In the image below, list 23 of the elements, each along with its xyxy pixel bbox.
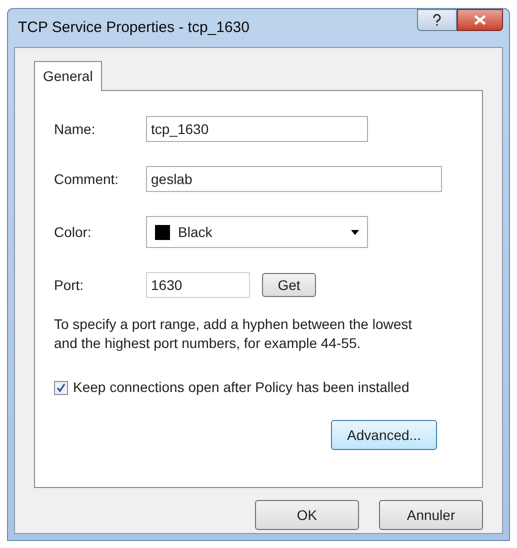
field-label: Color: [54, 222, 92, 242]
dialog-button[interactable]: Annuler [379, 500, 483, 530]
close-button[interactable] [457, 9, 503, 31]
get-button[interactable]: Get [262, 273, 316, 297]
advanced-button[interactable]: Advanced... [331, 420, 437, 450]
help-button[interactable] [417, 9, 457, 31]
dropdown-value: Black [178, 222, 214, 242]
color-dropdown[interactable]: Black [146, 216, 368, 248]
field-label: Comment: [54, 170, 120, 188]
tab[interactable]: General [34, 61, 102, 91]
close-icon [474, 15, 486, 25]
port-range-note: To specify a port range, add a hyphen between the lowest and the highest port numbers, for example 44-55. [54, 315, 414, 353]
port-field[interactable]: 1630 [146, 272, 250, 298]
dialog-button[interactable]: OK [255, 500, 359, 530]
text-field[interactable]: geslab [146, 166, 442, 192]
field-label: Name: [54, 120, 96, 138]
window-title: TCP Service Properties - tcp_1630 [17, 18, 250, 38]
checkbox[interactable] [54, 380, 68, 394]
caret-icon [351, 230, 359, 234]
help-icon [432, 14, 442, 26]
text-field[interactable]: tcp_1630 [146, 116, 368, 142]
field-label: Port: [54, 276, 85, 294]
checkbox-label: Keep connections open after Policy has been installed [73, 378, 410, 397]
